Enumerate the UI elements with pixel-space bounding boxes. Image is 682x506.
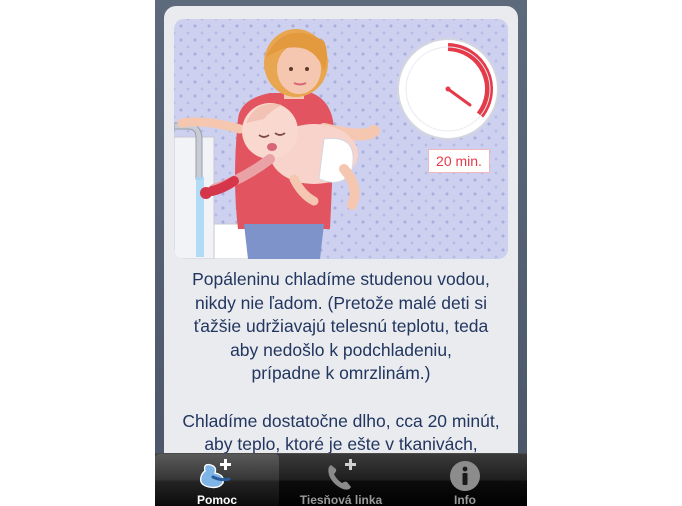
app-screen: 20 min. Popáleninu chladíme studenou vod… <box>155 0 527 506</box>
burn-cooling-illustration: 20 min. <box>174 19 508 259</box>
first-aid-icon <box>155 457 279 493</box>
phone-plus-icon <box>279 457 403 493</box>
instruction-paragraph-2: Chladíme dostatočne dlho, cca 20 minút, … <box>182 410 500 455</box>
instruction-text: Popáleninu chladíme studenou vodou, nikd… <box>164 268 518 466</box>
tab-info[interactable]: Info <box>403 454 527 506</box>
tab-tiesnova-linka[interactable]: Tiesňová linka <box>279 454 403 506</box>
tab-pomoc-label: Pomoc <box>196 493 237 506</box>
mother-baby-water-image <box>174 29 499 259</box>
tab-pomoc[interactable]: Pomoc <box>155 454 279 506</box>
instruction-card: 20 min. Popáleninu chladíme studenou vod… <box>164 6 518 466</box>
tab-bar: Pomoc Tiesňová linka Info <box>155 453 527 506</box>
tab-tiesnova-linka-label: Tiesňová linka <box>299 493 383 506</box>
tab-info-label: Info <box>454 493 476 506</box>
info-icon <box>403 457 527 493</box>
instruction-paragraph-1: Popáleninu chladíme studenou vodou, nikd… <box>192 269 490 383</box>
timer-label: 20 min. <box>428 149 490 173</box>
